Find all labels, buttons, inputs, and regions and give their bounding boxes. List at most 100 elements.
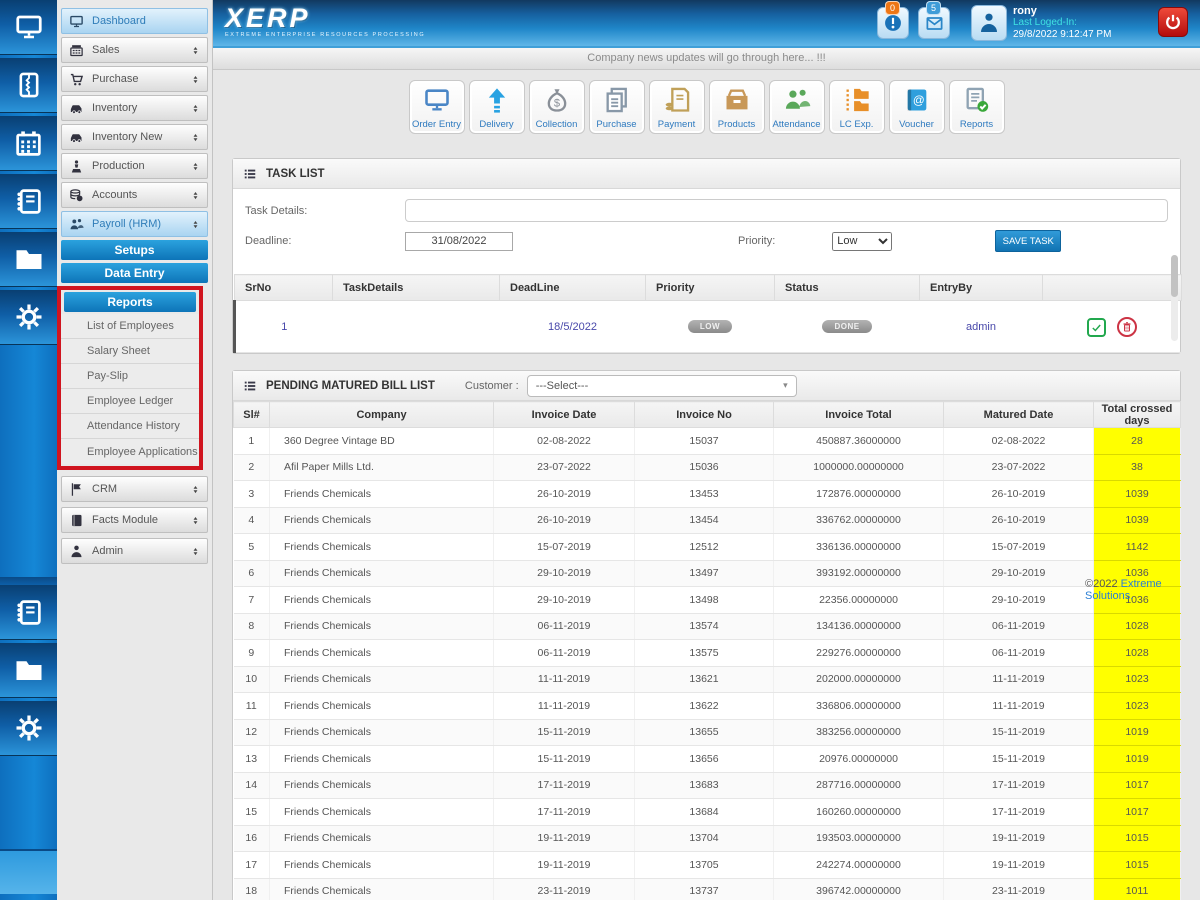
strip-calendar-button[interactable] [0, 116, 57, 171]
company-cell: 360 Degree Vintage BD [270, 428, 494, 455]
task-table-scrollbar[interactable] [1171, 255, 1178, 341]
toolbar-label: Voucher [899, 119, 934, 130]
alerts-button[interactable]: 0 [877, 7, 909, 39]
report-link-attendance-history[interactable]: Attendance History [61, 414, 199, 439]
toolbar-voucher-button[interactable]: Voucher [889, 80, 945, 134]
table-row: 7Friends Chemicals29-10-20191349822356.0… [234, 587, 1181, 614]
invoice-no-cell: 13497 [635, 560, 774, 587]
matured-date-cell: 19-11-2019 [944, 825, 1094, 852]
sidebar-item-label: Dashboard [92, 15, 146, 27]
invoice-total-cell: 336806.00000000 [774, 693, 944, 720]
sidebar-item-accounts[interactable]: Accounts [61, 182, 208, 208]
calendar-icon [14, 129, 43, 158]
logout-power-button[interactable] [1158, 7, 1188, 37]
invoice-date-cell: 02-08-2022 [494, 428, 635, 455]
sidebar-item-inventory[interactable]: Inventory [61, 95, 208, 121]
sidebar-item-inventory-new[interactable]: Inventory New [61, 124, 208, 150]
sidebar-item-purchase[interactable]: Purchase [61, 66, 208, 92]
report-link-employee-ledger[interactable]: Employee Ledger [61, 389, 199, 414]
invoice-date-cell: 11-11-2019 [494, 693, 635, 720]
invoice-total-cell: 20976.00000000 [774, 746, 944, 773]
toolbar-reports-button[interactable]: Reports [949, 80, 1005, 134]
car-icon [69, 101, 84, 116]
strip-folder-button-2[interactable] [0, 643, 57, 698]
user-avatar-button[interactable] [971, 5, 1007, 41]
invoice-no-cell: 13453 [635, 481, 774, 508]
toolbar-attendance-button[interactable]: Attendance [769, 80, 825, 134]
matured-date-cell: 15-11-2019 [944, 719, 1094, 746]
scrollbar-thumb[interactable] [1171, 255, 1178, 297]
task-details-label: Task Details: [245, 205, 405, 217]
deadline-input[interactable] [405, 232, 513, 251]
strip-dashboard-button[interactable] [0, 0, 57, 55]
column-header-actions [1043, 275, 1182, 301]
sidebar-section-reports[interactable]: Reports [64, 292, 196, 312]
messages-button[interactable]: 5 [918, 7, 950, 39]
toolbar-products-button[interactable]: Products [709, 80, 765, 134]
sidebar-item-label: CRM [92, 483, 117, 495]
sidebar-item-payroll-hrm[interactable]: Payroll (HRM) [61, 211, 208, 237]
invoice-date-cell: 15-11-2019 [494, 719, 635, 746]
strip-notebook-button[interactable] [0, 174, 57, 229]
company-cell: Friends Chemicals [270, 852, 494, 879]
report-link-salary-sheet[interactable]: Salary Sheet [61, 339, 199, 364]
task-details-input[interactable] [405, 199, 1168, 222]
expand-arrows-icon [191, 545, 200, 558]
report-link-list-of-employees[interactable]: List of Employees [61, 314, 199, 339]
invoice-no-cell: 13621 [635, 666, 774, 693]
table-row: 2Afil Paper Mills Ltd.23-07-202215036100… [234, 454, 1181, 481]
crossed-days-cell: 1017 [1094, 772, 1181, 799]
task-details-cell [333, 301, 500, 353]
report-link-pay-slip[interactable]: Pay-Slip [61, 364, 199, 389]
people-icon [783, 81, 811, 119]
strip-settings-button-2[interactable] [0, 701, 57, 756]
sidebar-section-setups[interactable]: Setups [61, 240, 208, 260]
toolbar-label: LC Exp. [840, 119, 874, 130]
invoice-no-cell: 13498 [635, 587, 774, 614]
sl-cell: 18 [234, 878, 270, 900]
table-row: 14Friends Chemicals17-11-201913683287716… [234, 772, 1181, 799]
toolbar-collection-button[interactable]: Collection [529, 80, 585, 134]
sidebar-item-dashboard[interactable]: Dashboard [61, 8, 208, 34]
customer-select[interactable]: ---Select--- ▾ [527, 375, 797, 397]
sl-cell: 7 [234, 587, 270, 614]
deadline-cell[interactable]: 18/5/2022 [500, 301, 646, 353]
customer-label: Customer : [465, 380, 519, 392]
sidebar-item-admin[interactable]: Admin [61, 538, 208, 564]
toolbar-label: Payment [658, 119, 696, 130]
power-icon [1164, 13, 1182, 31]
sidebar-item-sales[interactable]: Sales [61, 37, 208, 63]
table-row: 3Friends Chemicals26-10-201913453172876.… [234, 481, 1181, 508]
toolbar-lc-exp-button[interactable]: LC Exp. [829, 80, 885, 134]
sidebar-item-crm[interactable]: CRM [61, 476, 208, 502]
sidebar-section-data-entry[interactable]: Data Entry [61, 263, 208, 283]
toolbar-delivery-button[interactable]: Delivery [469, 80, 525, 134]
strip-settings-button[interactable] [0, 290, 57, 345]
sidebar-item-facts-module[interactable]: Facts Module [61, 507, 208, 533]
sl-cell: 16 [234, 825, 270, 852]
invoice-no-cell: 13622 [635, 693, 774, 720]
column-header: Matured Date [944, 402, 1094, 428]
table-row: 5Friends Chemicals15-07-201912512336136.… [234, 534, 1181, 561]
delete-task-button[interactable] [1117, 317, 1137, 337]
company-cell: Friends Chemicals [270, 666, 494, 693]
sidebar-item-production[interactable]: Production [61, 153, 208, 179]
strip-documents-button[interactable] [0, 58, 57, 113]
matured-date-cell: 26-10-2019 [944, 481, 1094, 508]
toolbar-purchase-button[interactable]: Purchase [589, 80, 645, 134]
strip-folder-button[interactable] [0, 232, 57, 287]
documents-icon [603, 81, 631, 119]
priority-select[interactable]: Low [832, 232, 892, 251]
status-cell: DONE [775, 301, 920, 353]
strip-notebook-button-2[interactable] [0, 585, 57, 640]
save-task-button[interactable]: SAVE TASK [995, 230, 1061, 252]
invoice-date-cell: 11-11-2019 [494, 666, 635, 693]
payment-doc-icon [663, 81, 691, 119]
mark-done-button[interactable] [1087, 318, 1106, 337]
toolbar-order-entry-button[interactable]: Order Entry [409, 80, 465, 134]
sidebar-item-label: Purchase [92, 73, 138, 85]
report-link-employee-applications[interactable]: Employee Applications [61, 439, 199, 464]
envelope-icon [925, 14, 944, 33]
invoice-no-cell: 12512 [635, 534, 774, 561]
toolbar-payment-button[interactable]: Payment [649, 80, 705, 134]
